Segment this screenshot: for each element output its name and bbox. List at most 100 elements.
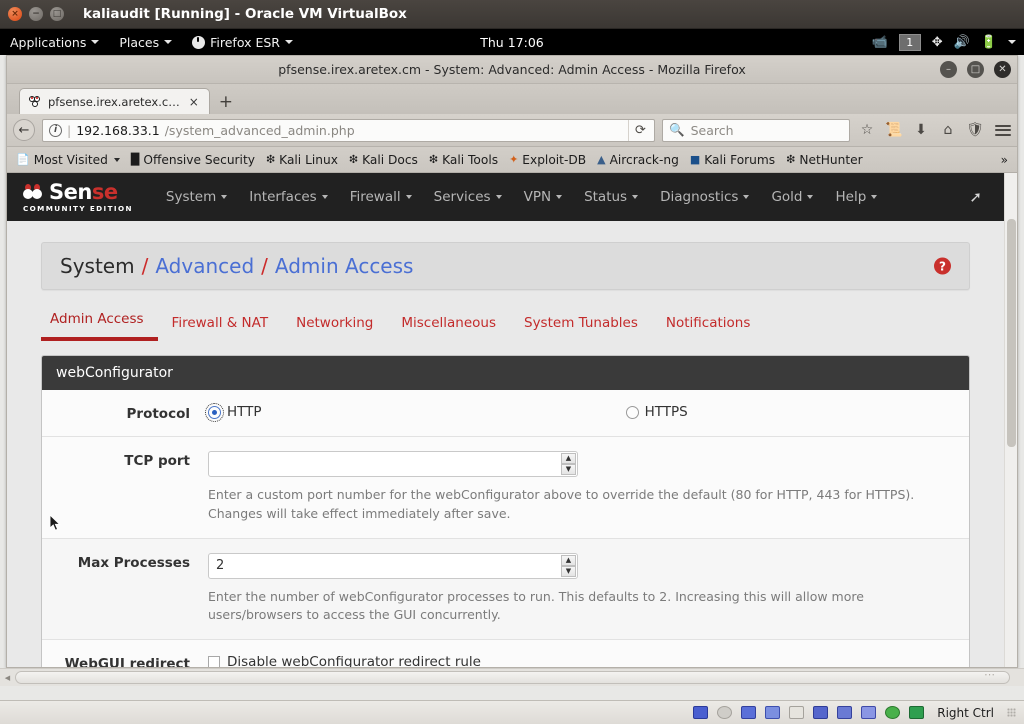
- nav-firewall[interactable]: Firewall: [339, 189, 423, 205]
- resize-grip[interactable]: [1007, 708, 1016, 717]
- webgui-redirect-checkbox-row[interactable]: Disable webConfigurator redirect rule: [208, 654, 951, 667]
- guest-horizontal-scrollbar[interactable]: ◀: [0, 668, 1024, 686]
- hamburger-menu-icon[interactable]: [995, 124, 1011, 136]
- stepper-up-icon[interactable]: ▲: [561, 453, 576, 464]
- page-vertical-scrollbar[interactable]: [1004, 173, 1017, 667]
- protocol-https-option[interactable]: HTTPS: [625, 404, 688, 420]
- guest-hscroll-thumb[interactable]: [15, 668, 1010, 684]
- bookmark-exploit-db[interactable]: ✦ Exploit-DB: [505, 151, 590, 169]
- breadcrumb-admin-access[interactable]: Admin Access: [275, 254, 414, 278]
- most-visited-icon: 📄: [16, 153, 30, 166]
- tab-notifications[interactable]: Notifications: [652, 311, 765, 341]
- max-processes-spinner[interactable]: ▲ ▼: [208, 552, 578, 579]
- tab-close-icon[interactable]: ×: [186, 95, 202, 109]
- tab-networking[interactable]: Networking: [282, 311, 387, 341]
- logo-word-white: Sen: [49, 179, 92, 204]
- battery-icon[interactable]: 🔋: [981, 36, 997, 49]
- tab-firewall-nat[interactable]: Firewall & NAT: [158, 311, 283, 341]
- tcp-port-input[interactable]: [209, 452, 577, 476]
- search-bar[interactable]: 🔍 Search: [662, 118, 850, 142]
- vbox-close-button[interactable]: ×: [8, 7, 22, 21]
- bookmark-offensive-security[interactable]: █ Offensive Security: [127, 151, 259, 169]
- max-processes-input[interactable]: [209, 553, 577, 578]
- pocket-icon[interactable]: 🛡: [965, 123, 985, 137]
- bookmark-kali-linux[interactable]: ❇ Kali Linux: [262, 151, 342, 169]
- cpu-icon[interactable]: [861, 706, 877, 719]
- downloads-icon[interactable]: ⬇: [911, 123, 931, 137]
- workspace-indicator[interactable]: 1: [898, 33, 921, 51]
- nav-services[interactable]: Services: [423, 189, 513, 205]
- star-icon[interactable]: ☆: [857, 123, 877, 137]
- vbox-maximize-button[interactable]: □: [50, 7, 64, 21]
- bluetooth-icon[interactable]: ✥: [932, 36, 943, 49]
- stepper-down-icon[interactable]: ▼: [561, 464, 576, 475]
- camera-icon[interactable]: 📹: [872, 36, 888, 49]
- new-tab-button[interactable]: +: [219, 94, 233, 111]
- browser-tab-title: pfsense.irex.aretex.c…: [48, 94, 180, 109]
- multiscreen-icon[interactable]: [837, 706, 853, 719]
- capture-icon[interactable]: [909, 706, 925, 719]
- max-processes-stepper[interactable]: ▲ ▼: [561, 554, 576, 577]
- stepper-down-icon[interactable]: ▼: [561, 565, 576, 577]
- url-separator: |: [67, 122, 72, 138]
- bookmark-aircrack-ng[interactable]: ▲ Aircrack-ng: [593, 151, 683, 169]
- firefox-minimize-button[interactable]: –: [940, 61, 957, 78]
- display-icon[interactable]: [813, 706, 829, 719]
- back-button[interactable]: ←: [13, 119, 35, 141]
- optical-disk-icon[interactable]: [717, 706, 733, 719]
- browser-tab[interactable]: pfsense.irex.aretex.c… ×: [19, 88, 210, 114]
- nav-vpn[interactable]: VPN: [513, 189, 573, 205]
- url-bar[interactable]: i | 192.168.33.1/system_advanced_admin.p…: [42, 118, 655, 142]
- radio-http-icon[interactable]: [205, 402, 224, 422]
- remote-desktop-icon[interactable]: [885, 706, 901, 719]
- volume-icon[interactable]: 🔊: [954, 36, 970, 49]
- help-icon[interactable]: ?: [934, 257, 951, 275]
- library-icon[interactable]: 📜: [884, 123, 904, 137]
- breadcrumb-advanced[interactable]: Advanced: [155, 254, 254, 278]
- page-scrollbar-thumb[interactable]: [1007, 219, 1016, 447]
- hard-disk-icon[interactable]: [693, 706, 709, 719]
- menu-places[interactable]: Places: [109, 29, 182, 55]
- bookmarks-overflow-button[interactable]: »: [1001, 153, 1012, 167]
- shared-folders-icon[interactable]: [789, 706, 805, 719]
- firefox-close-button[interactable]: ✕: [994, 61, 1011, 78]
- chevron-down-icon[interactable]: [1008, 40, 1016, 44]
- nav-gold[interactable]: Gold: [760, 189, 824, 205]
- nav-system[interactable]: System: [155, 189, 238, 205]
- network-icon[interactable]: [741, 706, 757, 719]
- tcp-port-stepper[interactable]: ▲ ▼: [561, 453, 576, 475]
- protocol-http-option[interactable]: HTTP: [205, 402, 262, 422]
- home-icon[interactable]: ⌂: [938, 123, 958, 137]
- nav-status[interactable]: Status: [573, 189, 649, 205]
- bookmark-kali-forums[interactable]: ■ Kali Forums: [686, 151, 779, 169]
- tab-system-tunables[interactable]: System Tunables: [510, 311, 652, 341]
- reload-icon[interactable]: ⟳: [628, 119, 652, 141]
- tab-miscellaneous[interactable]: Miscellaneous: [387, 311, 510, 341]
- firefox-maximize-button[interactable]: □: [967, 61, 984, 78]
- pfsense-logo[interactable]: Sense COMMUNITY EDITION: [23, 179, 133, 212]
- scroll-left-arrow-icon[interactable]: ◀: [0, 669, 15, 686]
- chevron-down-icon: [743, 195, 750, 199]
- bookmark-kali-tools[interactable]: ❇ Kali Tools: [425, 151, 502, 169]
- bookmark-kali-docs[interactable]: ❇ Kali Docs: [345, 151, 422, 169]
- site-info-icon[interactable]: i: [49, 123, 62, 137]
- tab-admin-access[interactable]: Admin Access: [41, 307, 158, 341]
- nav-interfaces[interactable]: Interfaces: [238, 189, 338, 205]
- logout-icon[interactable]: ➚: [969, 188, 988, 206]
- bookmark-nethunter[interactable]: ❇ NetHunter: [782, 151, 867, 169]
- menu-firefox-esr[interactable]: Firefox ESR: [182, 29, 303, 55]
- usb-icon[interactable]: [765, 706, 781, 719]
- stepper-up-icon[interactable]: ▲: [561, 554, 576, 566]
- checkbox-icon[interactable]: [208, 656, 220, 667]
- radio-https-icon[interactable]: [625, 405, 639, 419]
- tcp-port-spinner[interactable]: ▲ ▼: [208, 451, 578, 477]
- menu-applications[interactable]: Applications: [0, 29, 109, 55]
- vbox-minimize-button[interactable]: −: [29, 7, 43, 21]
- nav-help[interactable]: Help: [824, 189, 888, 205]
- places-label: Places: [119, 34, 160, 50]
- bookmark-most-visited[interactable]: 📄 Most Visited: [12, 151, 124, 169]
- browser-content: Sense COMMUNITY EDITION System Interface…: [7, 173, 1017, 667]
- nav-diagnostics[interactable]: Diagnostics: [649, 189, 760, 205]
- chevron-down-icon: [91, 40, 100, 44]
- webgui-redirect-checkbox-label: Disable webConfigurator redirect rule: [227, 654, 481, 667]
